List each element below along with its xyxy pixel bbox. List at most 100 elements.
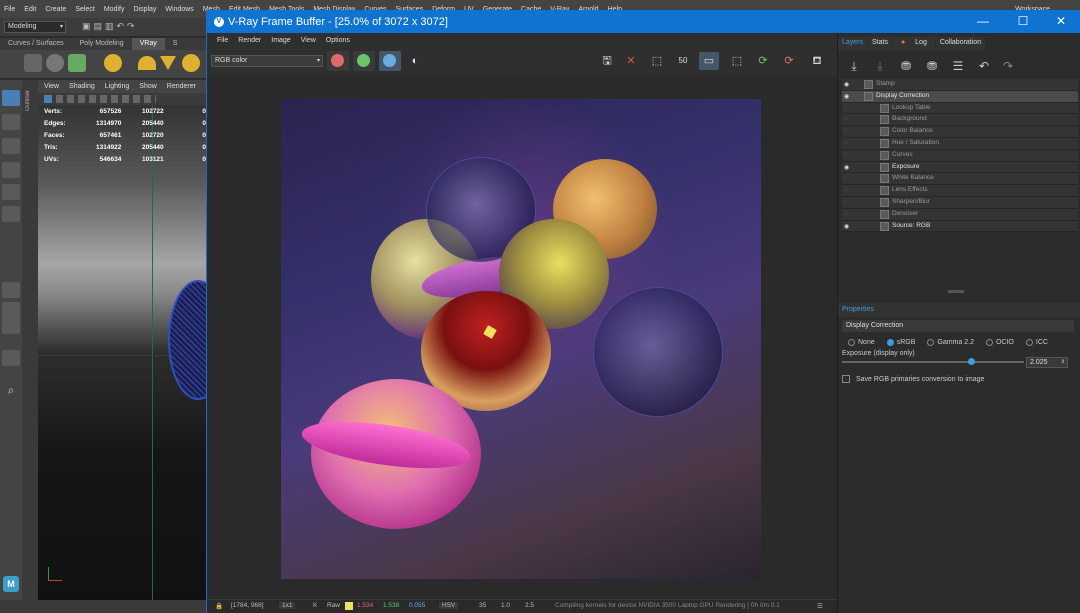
visibility-eye-icon[interactable]: ◉	[844, 93, 852, 100]
radio-option[interactable]: ICC	[1025, 338, 1048, 346]
viewport-menu-shading[interactable]: Shading	[69, 83, 95, 90]
save-rgb-checkbox[interactable]	[842, 375, 850, 383]
radio-option[interactable]: Gamma 2.2	[927, 338, 974, 346]
vfb-menu-options[interactable]: Options	[326, 37, 350, 44]
light-shelf-icon[interactable]	[104, 54, 122, 72]
clear-image-icon[interactable]: ✕	[621, 52, 641, 70]
vfb-menu-view[interactable]: View	[301, 37, 316, 44]
maya-menu-item[interactable]: Windows	[165, 6, 193, 13]
maya-menu-item[interactable]: Select	[75, 6, 94, 13]
search-icon[interactable]: ⌕	[2, 382, 20, 398]
exposure-slider-handle[interactable]	[968, 358, 976, 365]
shelf-tab-poly-modeling[interactable]: Poly Modeling	[72, 38, 132, 50]
layer-row[interactable]: ◌ Lens Effects	[842, 185, 1078, 197]
layer-row[interactable]: ◌ Color Balance	[842, 126, 1078, 138]
dome-light-shelf-icon[interactable]	[138, 56, 156, 70]
layer-row[interactable]: ◉ Display Correction	[842, 90, 1078, 103]
four-view-icon[interactable]	[2, 302, 20, 334]
maya-viewport[interactable]: View Shading Lighting Show Renderer Vert…	[38, 80, 206, 600]
render-shelf-icon[interactable]	[24, 54, 42, 72]
close-button[interactable]: ✕	[1041, 10, 1080, 33]
pick-color-icon[interactable]: K	[313, 602, 317, 609]
outliner-layout-icon[interactable]	[2, 350, 20, 366]
spinner-icon[interactable]: ⇕	[1061, 358, 1065, 367]
test-resolution-icon[interactable]: 50	[673, 52, 693, 70]
delete-layer-icon[interactable]: ⤓	[870, 57, 890, 75]
sphere-light-shelf-icon[interactable]	[182, 54, 200, 72]
tab-log[interactable]: ● Log	[892, 37, 935, 51]
visibility-eye-icon[interactable]: ◌	[844, 140, 852, 147]
layer-row[interactable]: ◉ Source: RGB	[842, 220, 1078, 233]
color-space-dropdown[interactable]: HSV	[439, 602, 459, 609]
visibility-eye-icon[interactable]: ◌	[844, 128, 852, 135]
paint-tool-icon[interactable]	[2, 138, 20, 154]
panel-splitter[interactable]	[948, 290, 964, 293]
select-tool-icon[interactable]	[2, 90, 20, 106]
viewport-menu-show[interactable]: Show	[139, 83, 157, 90]
exposure-value-input[interactable]: 2.025 ⇕	[1026, 357, 1068, 368]
maya-menu-item[interactable]: Edit	[24, 6, 36, 13]
properties-section-header[interactable]: Display Correction	[842, 320, 1074, 332]
visibility-eye-icon[interactable]: ◌	[844, 187, 852, 194]
vfb-menu-render[interactable]: Render	[238, 37, 261, 44]
save-layers-icon[interactable]: ⛃	[896, 57, 916, 75]
channel-dropdown[interactable]: RGB color ▾	[211, 55, 323, 67]
load-layers-icon[interactable]: ⛃	[922, 57, 942, 75]
layer-row[interactable]: ◉ Stamp	[842, 79, 1078, 91]
lasso-tool-icon[interactable]	[2, 114, 20, 130]
viewport-menu-renderer[interactable]: Renderer	[167, 83, 196, 90]
visibility-eye-icon[interactable]: ◉	[844, 81, 852, 88]
region-select-icon[interactable]: ⬚	[647, 52, 667, 70]
layer-row[interactable]: ◉ Exposure	[842, 161, 1078, 174]
layer-row[interactable]: ◌ Sharpen/Blur	[842, 196, 1078, 209]
maya-menu-item[interactable]: File	[4, 6, 15, 13]
exposure-slider[interactable]	[842, 361, 1024, 363]
layer-row[interactable]: ◌ Curves	[842, 149, 1078, 162]
radio-option[interactable]: sRGB	[886, 338, 915, 346]
stop-ipr-icon[interactable]: ⟳	[779, 52, 799, 70]
visibility-eye-icon[interactable]: ◌	[844, 116, 852, 123]
minimize-button[interactable]: —	[963, 10, 1003, 33]
create-layer-icon[interactable]: ⤓	[844, 57, 864, 75]
zoom-dropdown[interactable]: 1x1	[279, 602, 296, 609]
tab-stats[interactable]: Stats	[868, 37, 892, 51]
layer-row[interactable]: ◌ Hue / Saturation	[842, 137, 1078, 150]
viewport-camera-icon[interactable]	[44, 95, 52, 103]
wireframe-mesh[interactable]	[168, 280, 206, 400]
render-view[interactable]	[207, 77, 837, 599]
visibility-eye-icon[interactable]: ◌	[844, 211, 852, 218]
render-teapot-icon[interactable]: ⛾	[807, 52, 827, 70]
vfb-menu-image[interactable]: Image	[271, 37, 290, 44]
spot-light-shelf-icon[interactable]	[160, 56, 176, 70]
maya-menu-item[interactable]: Create	[45, 6, 66, 13]
start-ipr-icon[interactable]: ⟳	[753, 52, 773, 70]
alpha-channel-icon[interactable]: ◐	[405, 52, 425, 70]
layer-presets-icon[interactable]: ☰	[948, 57, 968, 75]
radio-option[interactable]: OCIO	[985, 338, 1014, 346]
viewport-menu-lighting[interactable]: Lighting	[105, 83, 130, 90]
move-tool-icon[interactable]	[2, 162, 20, 178]
layer-row[interactable]: ◌ White Balance	[842, 173, 1078, 186]
visibility-eye-icon[interactable]: ◉	[844, 223, 852, 230]
track-mouse-icon[interactable]: ▭	[699, 52, 719, 70]
layer-row[interactable]: ◌ Background	[842, 114, 1078, 127]
status-menu-icon[interactable]: ☰	[817, 602, 823, 610]
shelf-tab-more[interactable]: S	[165, 38, 186, 50]
shelf-tab-curves-surfaces[interactable]: Curves / Surfaces	[0, 38, 72, 50]
tab-layers[interactable]: Layers	[838, 37, 868, 51]
file-tools-icons[interactable]: ▣▤▥↶↷	[82, 21, 162, 33]
tab-collaboration[interactable]: Collaboration	[935, 37, 986, 51]
save-image-icon[interactable]: 🖫	[597, 52, 617, 70]
single-view-icon[interactable]	[2, 282, 20, 298]
sphere-shelf-icon[interactable]	[46, 54, 64, 72]
outliner-label[interactable]: Outliner	[25, 90, 31, 111]
layer-row[interactable]: ◌ Lookup Table	[842, 102, 1078, 115]
scale-tool-icon[interactable]	[2, 206, 20, 222]
maya-menu-item[interactable]: Display	[133, 6, 156, 13]
radio-option[interactable]: None	[848, 338, 875, 346]
layer-row[interactable]: ◌ Denoiser	[842, 208, 1078, 221]
visibility-eye-icon[interactable]: ◌	[844, 175, 852, 182]
vfb-menu-file[interactable]: File	[217, 37, 228, 44]
rotate-tool-icon[interactable]	[2, 184, 20, 200]
ipr-region-icon[interactable]: ⬚	[727, 52, 747, 70]
